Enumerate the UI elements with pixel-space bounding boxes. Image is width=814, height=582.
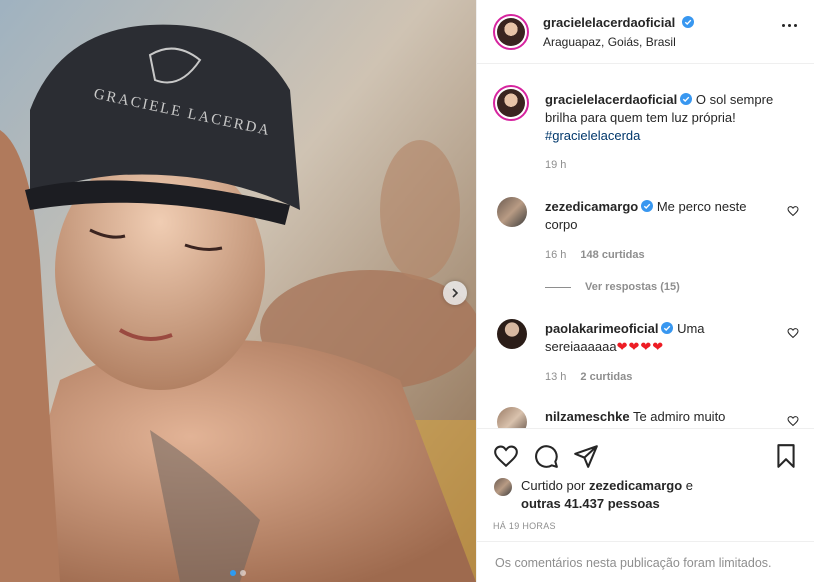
post-actions: Curtido por zezedicamargo e outras 41.43… [477, 428, 814, 570]
comment-likes[interactable]: 148 curtidas [580, 249, 644, 261]
comment-username[interactable]: nilzameschke [545, 409, 630, 424]
likes-prefix: Curtido por [521, 478, 586, 493]
author-avatar[interactable] [493, 14, 529, 50]
view-replies-label: Ver respostas (15) [585, 281, 680, 293]
next-image-button[interactable] [443, 281, 467, 305]
verified-badge-icon [641, 200, 654, 212]
caption-avatar[interactable] [493, 85, 529, 121]
likes-others[interactable]: outras 41.437 pessoas [521, 496, 660, 511]
like-heart-icon[interactable] [493, 443, 519, 469]
comment-avatar[interactable] [497, 319, 527, 349]
verified-badge-icon [661, 322, 674, 334]
verified-badge-icon [681, 16, 694, 28]
comment-text: Te admiro muito [632, 409, 726, 424]
chevron-right-icon [452, 288, 459, 298]
liker-avatar[interactable] [493, 477, 513, 497]
post-location[interactable]: Araguapaz, Goiás, Brasil [543, 35, 676, 49]
more-options-icon[interactable] [782, 24, 797, 27]
caption-time[interactable]: 19 h [545, 159, 566, 171]
comments-limited-notice: Os comentários nesta publicação foram li… [477, 541, 814, 582]
verified-badge-icon [680, 93, 693, 105]
like-comment-heart-icon[interactable] [787, 327, 799, 339]
comment-item: zezedicamargo Me perco neste corpo 16 h … [493, 193, 799, 293]
post-photo: GRACIELE LACERDA [0, 0, 476, 582]
comment-avatar[interactable] [497, 197, 527, 227]
comment-time[interactable]: 13 h [545, 371, 566, 383]
like-comment-heart-icon[interactable] [787, 415, 799, 427]
view-replies-button[interactable]: Ver respostas (15) [545, 281, 680, 293]
comment-item: paolakarimeoficial Uma sereiaaaaaa❤❤❤❤ 1… [493, 315, 799, 385]
comment-time[interactable]: 16 h [545, 249, 566, 261]
comment-username[interactable]: zezedicamargo [545, 199, 638, 214]
post-image-pane[interactable]: GRACIELE LACERDA [0, 0, 476, 582]
comment-username[interactable]: paolakarimeoficial [545, 321, 658, 336]
comment-likes[interactable]: 2 curtidas [580, 371, 632, 383]
carousel-dot [240, 570, 246, 576]
comment-item: nilzameschke Te admiro muito [493, 403, 799, 428]
like-comment-heart-icon[interactable] [787, 205, 799, 217]
carousel-dot-active [230, 570, 236, 576]
caption: gracielelacerdaoficial O sol sempre bril… [493, 83, 799, 171]
comment-bubble-icon[interactable] [533, 443, 559, 469]
comments-list: gracielelacerdaoficial O sol sempre bril… [477, 65, 814, 428]
post-header: gracielelacerdaoficial Araguapaz, Goiás,… [477, 0, 814, 64]
post-timestamp[interactable]: HÁ 19 HORAS [493, 521, 556, 531]
likes-by-username[interactable]: zezedicamargo [589, 478, 682, 493]
caption-hashtag[interactable]: #gracielelacerda [545, 128, 640, 143]
caption-username[interactable]: gracielelacerdaoficial [545, 92, 677, 107]
comment-avatar[interactable] [497, 407, 527, 428]
share-send-icon[interactable] [573, 443, 599, 469]
post-sidebar: gracielelacerdaoficial Araguapaz, Goiás,… [476, 0, 814, 582]
save-bookmark-icon[interactable] [773, 443, 799, 469]
carousel-dots [0, 570, 476, 576]
author-username[interactable]: gracielelacerdaoficial [543, 15, 675, 30]
likes-conjunction: e [685, 478, 693, 493]
likes-summary: Curtido por zezedicamargo e outras 41.43… [493, 477, 799, 513]
comment-emoji: ❤❤❤❤ [616, 339, 665, 354]
